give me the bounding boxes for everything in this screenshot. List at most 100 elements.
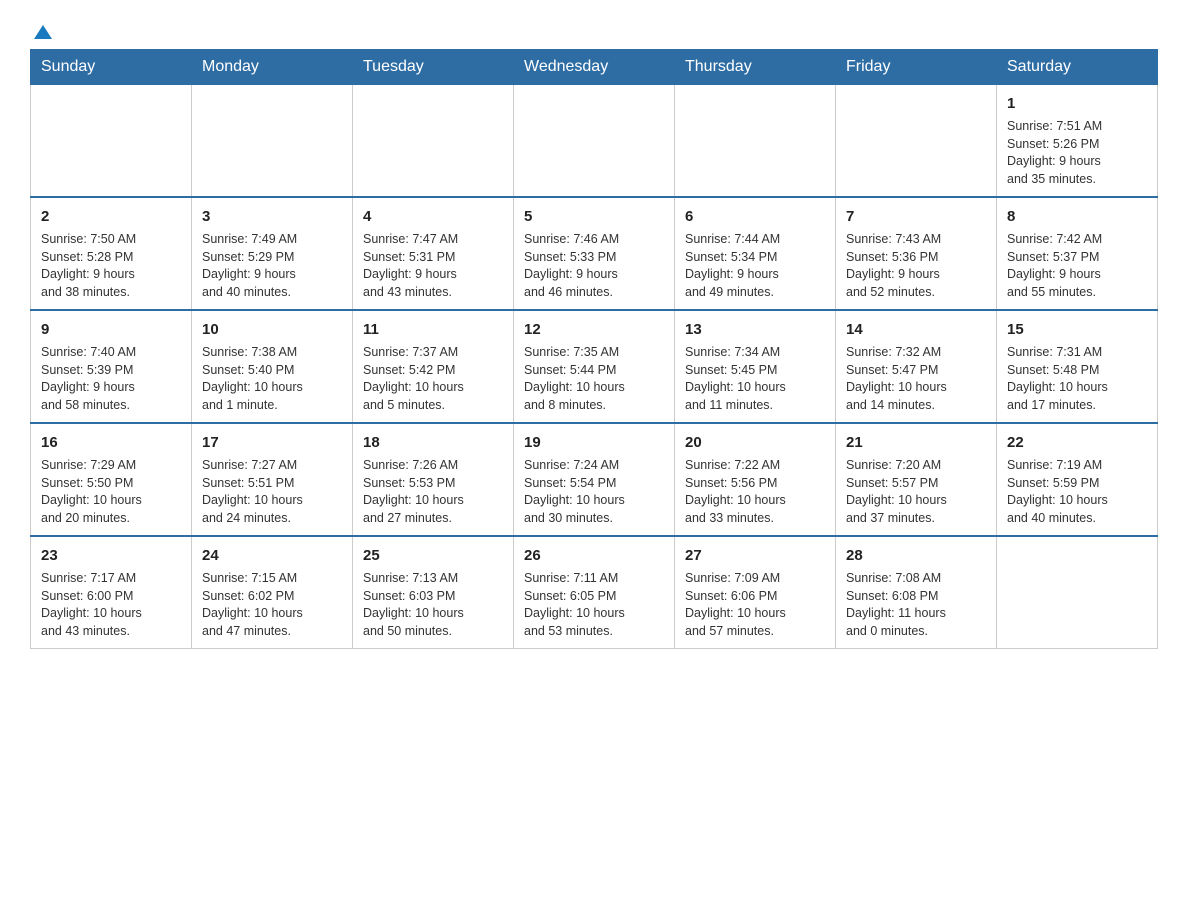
- day-info: Daylight: 10 hours: [846, 379, 986, 397]
- day-number: 18: [363, 432, 503, 453]
- day-info: and 47 minutes.: [202, 623, 342, 641]
- day-info: Sunset: 5:29 PM: [202, 249, 342, 267]
- day-info: and 50 minutes.: [363, 623, 503, 641]
- day-info: Sunset: 6:02 PM: [202, 588, 342, 606]
- calendar-day-cell: 7Sunrise: 7:43 AMSunset: 5:36 PMDaylight…: [836, 197, 997, 310]
- day-info: Daylight: 10 hours: [202, 605, 342, 623]
- day-info: and 40 minutes.: [202, 284, 342, 302]
- day-info: and 1 minute.: [202, 397, 342, 415]
- day-info: Daylight: 9 hours: [524, 266, 664, 284]
- day-info: Sunset: 5:39 PM: [41, 362, 181, 380]
- day-number: 28: [846, 545, 986, 566]
- day-info: and 24 minutes.: [202, 510, 342, 528]
- day-number: 19: [524, 432, 664, 453]
- day-info: Sunrise: 7:37 AM: [363, 344, 503, 362]
- day-info: Daylight: 10 hours: [363, 492, 503, 510]
- day-info: and 35 minutes.: [1007, 171, 1147, 189]
- day-info: Daylight: 9 hours: [41, 379, 181, 397]
- day-info: Daylight: 10 hours: [685, 605, 825, 623]
- calendar-day-cell: 25Sunrise: 7:13 AMSunset: 6:03 PMDayligh…: [353, 536, 514, 649]
- day-info: Sunrise: 7:44 AM: [685, 231, 825, 249]
- calendar-day-cell: 15Sunrise: 7:31 AMSunset: 5:48 PMDayligh…: [997, 310, 1158, 423]
- day-number: 12: [524, 319, 664, 340]
- calendar-table: SundayMondayTuesdayWednesdayThursdayFrid…: [30, 49, 1158, 649]
- day-info: and 57 minutes.: [685, 623, 825, 641]
- day-info: and 14 minutes.: [846, 397, 986, 415]
- day-info: Daylight: 11 hours: [846, 605, 986, 623]
- day-info: Sunset: 5:44 PM: [524, 362, 664, 380]
- day-info: Sunrise: 7:19 AM: [1007, 457, 1147, 475]
- calendar-header-row: SundayMondayTuesdayWednesdayThursdayFrid…: [31, 50, 1158, 85]
- weekday-header-thursday: Thursday: [675, 50, 836, 85]
- day-info: Sunset: 5:51 PM: [202, 475, 342, 493]
- day-number: 27: [685, 545, 825, 566]
- day-info: Sunrise: 7:13 AM: [363, 570, 503, 588]
- calendar-day-cell: 22Sunrise: 7:19 AMSunset: 5:59 PMDayligh…: [997, 423, 1158, 536]
- day-info: and 46 minutes.: [524, 284, 664, 302]
- day-info: Daylight: 10 hours: [524, 605, 664, 623]
- calendar-day-cell: [675, 85, 836, 198]
- day-info: Daylight: 10 hours: [202, 492, 342, 510]
- calendar-day-cell: 16 Sunrise: 7:29 AMSunset: 5:50 PMDayligh…: [31, 423, 192, 536]
- day-info: Sunset: 5:26 PM: [1007, 136, 1147, 154]
- day-number: 14: [846, 319, 986, 340]
- day-info: Sunset: 5:56 PM: [685, 475, 825, 493]
- day-number: 24: [202, 545, 342, 566]
- calendar-day-cell: 17Sunrise: 7:27 AMSunset: 5:51 PMDayligh…: [192, 423, 353, 536]
- weekday-header-friday: Friday: [836, 50, 997, 85]
- day-info: Sunrise: 7:11 AM: [524, 570, 664, 588]
- day-info: Sunset: 5:37 PM: [1007, 249, 1147, 267]
- day-info: and 17 minutes.: [1007, 397, 1147, 415]
- day-info: Daylight: 10 hours: [685, 379, 825, 397]
- day-info: Daylight: 10 hours: [363, 605, 503, 623]
- calendar-day-cell: 24Sunrise: 7:15 AMSunset: 6:02 PMDayligh…: [192, 536, 353, 649]
- day-info: Sunrise: 7:49 AM: [202, 231, 342, 249]
- logo: [30, 20, 52, 39]
- day-info: Sunset: 5:31 PM: [363, 249, 503, 267]
- day-number: 10: [202, 319, 342, 340]
- calendar-day-cell: 26Sunrise: 7:11 AMSunset: 6:05 PMDayligh…: [514, 536, 675, 649]
- day-number: 17: [202, 432, 342, 453]
- calendar-day-cell: 23Sunrise: 7:17 AMSunset: 6:00 PMDayligh…: [31, 536, 192, 649]
- calendar-day-cell: [192, 85, 353, 198]
- day-info: Sunrise: 7:46 AM: [524, 231, 664, 249]
- day-info: Sunset: 6:08 PM: [846, 588, 986, 606]
- day-info: and 30 minutes.: [524, 510, 664, 528]
- day-info: and 55 minutes.: [1007, 284, 1147, 302]
- calendar-day-cell: 11Sunrise: 7:37 AMSunset: 5:42 PMDayligh…: [353, 310, 514, 423]
- calendar-week-row: 9Sunrise: 7:40 AMSunset: 5:39 PMDaylight…: [31, 310, 1158, 423]
- day-number: 8: [1007, 206, 1147, 227]
- day-info: Sunset: 6:03 PM: [363, 588, 503, 606]
- day-number: 11: [363, 319, 503, 340]
- day-info: Sunrise: 7:43 AM: [846, 231, 986, 249]
- day-info: Sunrise: 7:42 AM: [1007, 231, 1147, 249]
- calendar-day-cell: [353, 85, 514, 198]
- day-info: and 27 minutes.: [363, 510, 503, 528]
- day-info: and 53 minutes.: [524, 623, 664, 641]
- calendar-day-cell: 20Sunrise: 7:22 AMSunset: 5:56 PMDayligh…: [675, 423, 836, 536]
- day-info: Sunrise: 7:40 AM: [41, 344, 181, 362]
- day-info: Sunrise: 7:29 AM: [41, 457, 181, 475]
- day-info: Daylight: 9 hours: [846, 266, 986, 284]
- day-info: and 8 minutes.: [524, 397, 664, 415]
- day-info: Sunrise: 7:50 AM: [41, 231, 181, 249]
- day-info: Daylight: 10 hours: [41, 492, 181, 510]
- logo-triangle-icon: [34, 25, 52, 39]
- day-info: and 5 minutes.: [363, 397, 503, 415]
- day-info: Sunset: 5:53 PM: [363, 475, 503, 493]
- day-number: 26: [524, 545, 664, 566]
- calendar-day-cell: 12Sunrise: 7:35 AMSunset: 5:44 PMDayligh…: [514, 310, 675, 423]
- day-number: 16: [41, 432, 181, 453]
- day-info: Sunset: 5:42 PM: [363, 362, 503, 380]
- day-info: Daylight: 9 hours: [363, 266, 503, 284]
- day-info: Daylight: 9 hours: [41, 266, 181, 284]
- day-info: Sunrise: 7:22 AM: [685, 457, 825, 475]
- day-number: 20: [685, 432, 825, 453]
- day-info: Sunrise: 7:38 AM: [202, 344, 342, 362]
- day-info: Sunset: 5:36 PM: [846, 249, 986, 267]
- day-info: Daylight: 10 hours: [524, 492, 664, 510]
- day-info: Sunrise: 7:31 AM: [1007, 344, 1147, 362]
- day-info: and 20 minutes.: [41, 510, 181, 528]
- calendar-day-cell: 27Sunrise: 7:09 AMSunset: 6:06 PMDayligh…: [675, 536, 836, 649]
- day-info: Sunset: 5:50 PM: [41, 475, 181, 493]
